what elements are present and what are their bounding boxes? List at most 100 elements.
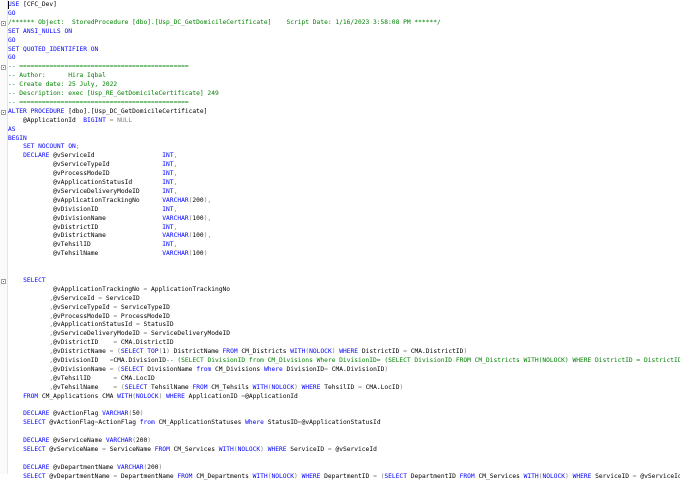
code-token: = — [324, 365, 332, 373]
code-line[interactable]: GO — [8, 10, 16, 19]
code-token: USE — [8, 1, 24, 8]
code-line[interactable]: @vTehsilID INT, — [8, 241, 177, 250]
code-line[interactable]: @vDistrictName VARCHAR(100), — [8, 232, 211, 241]
code-line[interactable]: @vApplicationStatusId INT, — [8, 179, 177, 188]
code-line[interactable]: @vApplicationTrackingNo = ApplicationTra… — [8, 286, 230, 295]
code-token: ) — [166, 348, 174, 356]
code-line[interactable]: @vDivisionName VARCHAR(100), — [8, 215, 211, 224]
code-line[interactable]: GO — [8, 54, 16, 63]
code-line[interactable]: DECLARE @vServiceName VARCHAR(200) — [8, 437, 151, 446]
code-line[interactable]: GO — [8, 37, 16, 46]
code-line[interactable]: -- =====================================… — [8, 99, 189, 108]
code-line[interactable]: -- Author: Hira Iqbal — [8, 72, 106, 81]
code-line[interactable]: ,@vApplicationStatusId = StatusID — [8, 321, 173, 330]
code-line[interactable]: AS — [8, 126, 16, 135]
code-token: 50 — [132, 410, 140, 418]
code-token: @vTehsilName — [8, 250, 163, 258]
code-token: = — [109, 116, 118, 124]
code-token: [dbo].[Usp_DC_GetDomicileCertificate] — [68, 107, 208, 115]
code-token: ) — [384, 365, 389, 373]
code-token: CMA.DivisionID — [331, 365, 385, 373]
code-token: @vServiceTypeId — [8, 161, 163, 169]
code-line[interactable]: ,@vDistrictName = (SELECT TOP(1) Distric… — [8, 348, 467, 357]
code-line[interactable]: @vTehsilName VARCHAR(100) — [8, 250, 207, 259]
code-line[interactable]: USE [CFC_Dev] — [8, 1, 57, 10]
code-token: ; — [75, 143, 80, 151]
code-token: @vServiceName — [53, 437, 106, 445]
code-token: VARCHAR — [102, 410, 129, 418]
code-line[interactable]: -- Description: exec [Usp_RE_GetDomicile… — [8, 90, 219, 99]
code-line[interactable]: ,@vServiceId = ServiceID — [8, 294, 139, 304]
code-token: NULL — [117, 116, 133, 124]
code-line[interactable]: ALTER PROCEDURE [dbo].[Usp_DC_GetDomicil… — [8, 108, 207, 117]
code-token: BIGINT — [83, 116, 110, 124]
sql-query-editor[interactable]: USE [CFC_Dev] GO/****** Object: StoredPro… — [0, 0, 680, 480]
code-token: VARCHAR — [162, 214, 189, 222]
code-token: @vDistrictName — [8, 232, 163, 240]
collapse-region-icon[interactable] — [1, 109, 6, 115]
collapse-region-icon[interactable] — [1, 278, 6, 284]
code-token: @vApplicationStatusId — [301, 419, 381, 427]
code-token: SET ANSI_NULLS ON — [8, 27, 72, 35]
code-line[interactable]: ,@vTehsilName = (SELECT TehsilName FROM … — [8, 384, 403, 393]
code-token: @vServiceId — [53, 152, 163, 160]
code-line[interactable]: SET QUOTED_IDENTIFIER ON — [8, 46, 98, 55]
code-token: @vDistrictName — [53, 348, 110, 356]
code-line[interactable]: @vDistrictID INT, — [8, 224, 177, 233]
code-line[interactable]: SELECT @vActionFlag=ActionFlag from CM_A… — [8, 419, 381, 428]
code-line[interactable]: BEGIN — [8, 135, 27, 144]
collapse-region-icon[interactable] — [1, 65, 6, 71]
collapse-region-icon[interactable] — [1, 20, 6, 26]
code-line[interactable]: SELECT — [8, 277, 46, 286]
code-area[interactable]: USE [CFC_Dev] GO/****** Object: StoredPro… — [8, 0, 680, 480]
code-line[interactable]: SELECT @vServiceName = ServiceName FROM … — [8, 446, 377, 455]
code-token: ) — [260, 446, 268, 453]
code-token: INT — [162, 241, 174, 249]
code-line[interactable]: @vDivisionID INT, — [8, 206, 177, 215]
code-line[interactable]: @vApplicationTrackingNo VARCHAR(200), — [8, 197, 211, 206]
code-line[interactable]: ,@vProcessModeID = ProcessModeID — [8, 313, 169, 322]
code-line[interactable]: ,@vTehsilID = CMA.LocID — [8, 375, 154, 384]
code-line[interactable]: @ApplicationId BIGINT = NULL — [8, 117, 132, 126]
outline-gutter[interactable] — [0, 0, 8, 474]
code-line[interactable]: DECLARE @vDepartmentName VARCHAR(200) — [8, 464, 162, 473]
code-line[interactable]: SELECT @vDepartmentName = DepartmentName… — [8, 473, 680, 482]
code-line[interactable]: -- Create date: 25 July, 2022 — [8, 81, 117, 90]
code-token: @vServiceId — [53, 294, 99, 302]
code-token: CMA.DivisionID — [113, 357, 167, 364]
code-line[interactable]: SET NOCOUNT ON; — [8, 143, 80, 152]
code-token: @vServiceDeliveryModeID — [53, 330, 144, 338]
code-line[interactable]: DECLARE @vServiceId INT, — [8, 152, 177, 161]
code-token: @vServiceId — [335, 446, 377, 453]
code-token: = — [135, 321, 144, 329]
code-token: VARCHAR — [162, 196, 189, 204]
code-line[interactable]: FROM CM_Applications CMA WITH(NOLOCK) WH… — [8, 393, 298, 402]
code-token: ) — [139, 410, 144, 418]
code-token: WITH — [290, 348, 306, 356]
code-line[interactable]: -- =====================================… — [8, 63, 189, 72]
code-token: GO — [8, 54, 16, 62]
code-line[interactable]: ,@vServiceDeliveryModeID = ServiceDelive… — [8, 330, 230, 339]
code-line[interactable]: /****** Object: StoredProcedure [dbo].[U… — [8, 19, 441, 28]
code-line[interactable]: @vProcessModeID INT, — [8, 170, 177, 179]
code-line[interactable]: ,@vDistrictID = CMA.DistrictID — [8, 339, 173, 348]
code-token: @vApplicationTrackingNo — [8, 285, 144, 293]
code-line[interactable]: SET ANSI_NULLS ON — [8, 28, 72, 37]
code-token: ALTER PROCEDURE — [8, 107, 69, 115]
code-line[interactable]: ,@vServiceTypeId = ServiceTypeID — [8, 304, 169, 313]
code-token: ) — [294, 383, 302, 391]
code-line[interactable]: @vServiceDeliveryModeID INT, — [8, 188, 177, 197]
code-token: @vProcessModeID — [8, 170, 163, 178]
code-token: , — [173, 161, 178, 169]
code-line[interactable]: DECLARE @vActionFlag VARCHAR(50) — [8, 410, 144, 419]
code-line[interactable]: @vServiceTypeId INT, — [8, 161, 177, 170]
code-line[interactable]: ,@vDivisionID =CMA.DivisionID-- (SELECT … — [8, 357, 680, 366]
code-token: from — [196, 365, 216, 373]
code-line[interactable]: ,@vDivisionName = (SELECT DivisionName f… — [8, 366, 388, 375]
